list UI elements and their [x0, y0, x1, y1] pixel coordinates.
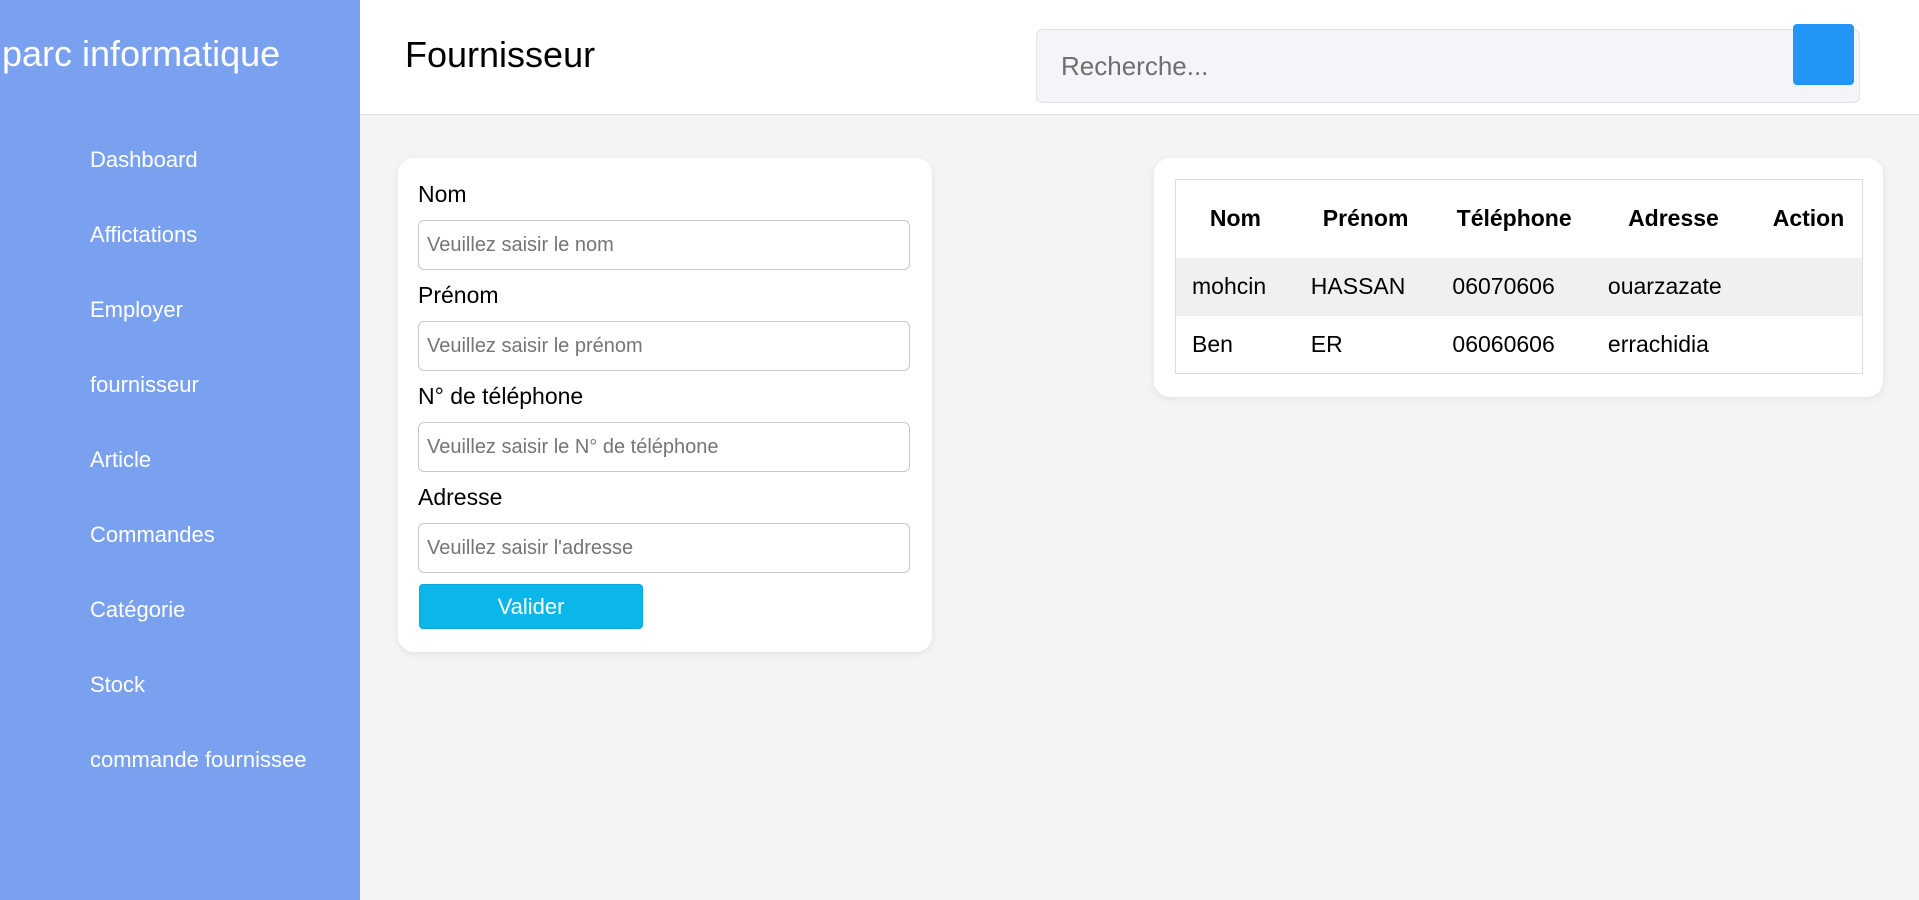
sidebar: parc informatique Dashboard Affictations… — [0, 0, 360, 900]
telephone-input[interactable] — [418, 422, 910, 472]
sidebar-item-categorie[interactable]: Catégorie — [90, 595, 306, 670]
nom-input[interactable] — [418, 220, 910, 270]
valider-button[interactable]: Valider — [419, 584, 643, 629]
sidebar-item-fournisseur[interactable]: fournisseur — [90, 370, 306, 445]
supplier-table-card: Nom Prénom Téléphone Adresse Action mohc… — [1154, 158, 1883, 397]
nom-label: Nom — [418, 181, 467, 207]
page-title: Fournisseur — [405, 34, 596, 75]
sidebar-nav: Dashboard Affictations Employer fourniss… — [90, 145, 306, 820]
search-button[interactable] — [1793, 24, 1854, 85]
sidebar-item-commande-fournissee[interactable]: commande fournissee — [90, 745, 306, 820]
sidebar-item-affictations[interactable]: Affictations — [90, 220, 306, 295]
topbar: Fournisseur — [360, 0, 1919, 115]
column-header-telephone: Téléphone — [1456, 205, 1572, 232]
cell-action — [1755, 316, 1862, 374]
sidebar-item-article[interactable]: Article — [90, 445, 306, 520]
cell-nom: mohcin — [1192, 273, 1267, 299]
adresse-input[interactable] — [418, 523, 910, 573]
cell-prenom: HASSAN — [1310, 273, 1406, 299]
supplier-table: Nom Prénom Téléphone Adresse Action mohc… — [1175, 179, 1863, 374]
brand-title: parc informatique — [2, 33, 281, 74]
table-header-row: Nom Prénom Téléphone Adresse Action — [1176, 180, 1863, 258]
telephone-label: N° de téléphone — [418, 383, 584, 409]
table-row: mohcin HASSAN 06070606 ouarzazate — [1175, 257, 1863, 316]
adresse-label: Adresse — [418, 484, 503, 510]
sidebar-item-employer[interactable]: Employer — [90, 295, 306, 370]
prenom-label: Prénom — [418, 282, 499, 308]
cell-telephone: 06060606 — [1452, 330, 1555, 357]
supplier-form: Nom Prénom N° de téléphone Adresse Valid… — [398, 158, 932, 652]
column-header-prenom: Prénom — [1322, 205, 1409, 232]
cell-prenom: ER — [1310, 330, 1343, 357]
cell-telephone: 06070606 — [1452, 273, 1555, 299]
cell-adresse: errachidia — [1607, 330, 1709, 357]
prenom-input[interactable] — [418, 321, 910, 371]
cell-action — [1755, 258, 1862, 316]
cell-adresse: ouarzazate — [1607, 273, 1722, 299]
sidebar-item-commandes[interactable]: Commandes — [90, 520, 306, 595]
column-header-action: Action — [1772, 205, 1845, 232]
cell-nom: Ben — [1192, 330, 1233, 357]
column-header-nom: Nom — [1209, 205, 1261, 232]
column-header-adresse: Adresse — [1628, 205, 1719, 232]
sidebar-item-stock[interactable]: Stock — [90, 670, 306, 745]
table-row: Ben ER 06060606 errachidia — [1175, 315, 1863, 374]
search-bar — [1036, 29, 1860, 103]
search-input[interactable] — [1037, 30, 1777, 102]
sidebar-item-dashboard[interactable]: Dashboard — [90, 145, 306, 220]
